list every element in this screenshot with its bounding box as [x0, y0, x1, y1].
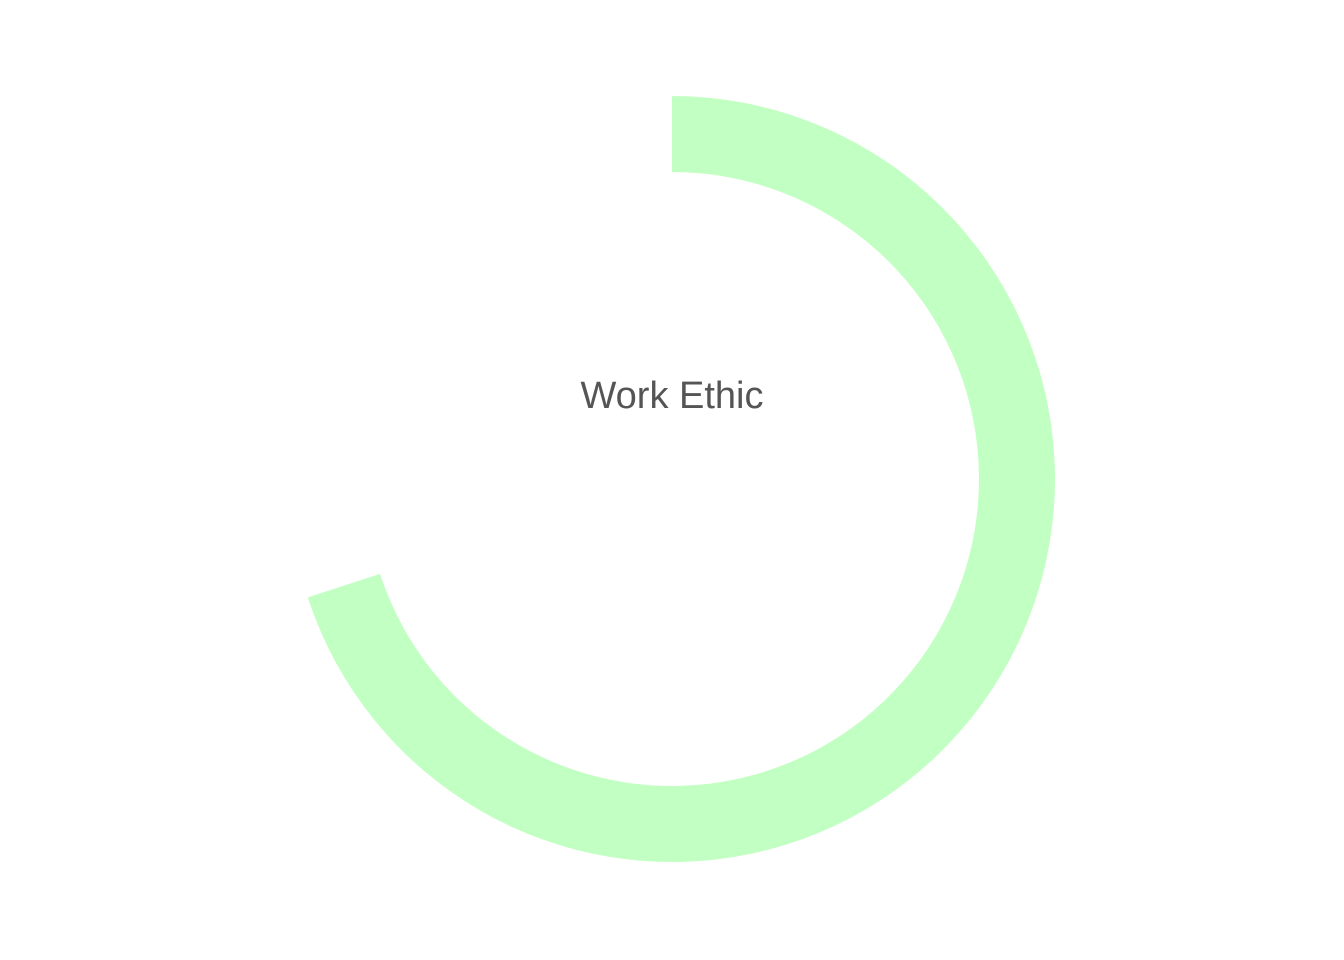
center-label: Work Ethic — [580, 375, 763, 417]
progress-arc — [307, 96, 1055, 862]
radial-progress-chart: Work Ethic — [0, 0, 1344, 960]
chart-canvas: Work Ethic — [307, 96, 1055, 862]
